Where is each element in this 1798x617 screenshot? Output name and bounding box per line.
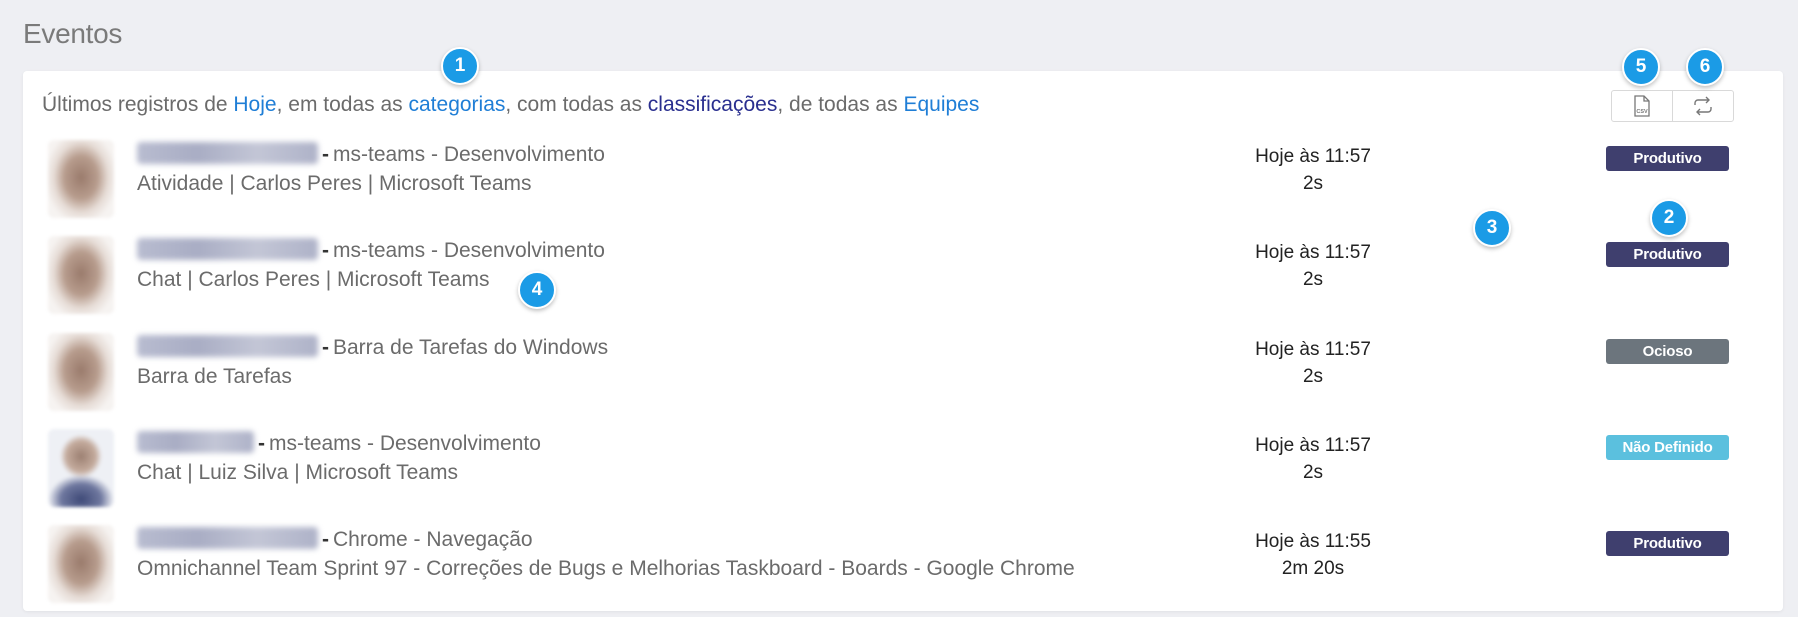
event-time-block: Hoje às 11:57 2s	[1203, 143, 1423, 197]
event-detail: Atividade | Carlos Peres | Microsoft Tea…	[137, 172, 532, 195]
event-title: - Barra de Tarefas do Windows	[137, 335, 608, 360]
filter-sep: , com todas as	[505, 93, 648, 116]
event-duration: 2s	[1302, 269, 1324, 290]
event-time: Hoje às 11:57	[1255, 435, 1371, 456]
event-detail: Barra de Tarefas	[137, 365, 292, 388]
event-title: - Chrome - Navegação	[137, 527, 533, 552]
callout-3: 3	[1473, 209, 1511, 247]
callout-5: 5	[1622, 48, 1660, 86]
event-detail: Chat | Luiz Silva | Microsoft Teams	[137, 461, 458, 484]
status-badge: Produtivo	[1606, 242, 1729, 267]
event-duration: 2s	[1302, 462, 1324, 483]
filter-sep: , de todas as	[777, 93, 904, 116]
event-title: - ms-teams - Desenvolvimento	[137, 238, 605, 263]
event-duration: 2s	[1302, 173, 1324, 194]
status-badge: Produtivo	[1606, 531, 1729, 556]
event-time-block: Hoje às 11:55 2m 20s	[1203, 528, 1423, 582]
event-duration: 2s	[1302, 366, 1324, 387]
user-name-redacted	[137, 527, 318, 549]
period-link[interactable]: Hoje	[233, 93, 276, 116]
refresh-button[interactable]	[1672, 91, 1733, 121]
event-title: - ms-teams - Desenvolvimento	[137, 142, 605, 167]
event-row[interactable]: - ms-teams - Desenvolvimento Atividade | C…	[23, 136, 1783, 232]
callout-2: 2	[1650, 199, 1688, 237]
avatar	[48, 333, 114, 411]
separator-dash: -	[258, 432, 265, 455]
page-title: Eventos	[23, 18, 123, 49]
event-time-block: Hoje às 11:57 2s	[1203, 336, 1423, 390]
status-badge: Produtivo	[1606, 146, 1729, 171]
event-time-block: Hoje às 11:57 2s	[1203, 239, 1423, 293]
export-csv-button[interactable]: CSV	[1612, 91, 1672, 121]
user-name-redacted	[137, 238, 318, 260]
callout-6: 6	[1686, 48, 1724, 86]
separator-dash: -	[322, 528, 329, 551]
filter-sep: , em todas as	[276, 93, 409, 116]
separator-dash: -	[322, 239, 329, 262]
categories-link[interactable]: categorias	[409, 93, 506, 116]
event-time: Hoje às 11:57	[1255, 242, 1371, 263]
classifications-link[interactable]: classificações	[648, 93, 778, 116]
event-app: ms-teams - Desenvolvimento	[333, 239, 605, 262]
toolbar-buttons: CSV	[1611, 90, 1734, 122]
refresh-icon	[1694, 96, 1712, 116]
user-name-redacted	[137, 335, 318, 357]
filter-summary: Últimos registros de Hoje, em todas as c…	[42, 93, 979, 117]
avatar	[48, 429, 114, 507]
separator-dash: -	[322, 143, 329, 166]
avatar	[48, 140, 114, 218]
avatar	[48, 525, 114, 603]
separator-dash: -	[322, 336, 329, 359]
event-detail: Omnichannel Team Sprint 97 - Correções d…	[137, 557, 1075, 580]
event-app: Chrome - Navegação	[333, 528, 533, 551]
event-row[interactable]: - Barra de Tarefas do Windows Barra de Tar…	[23, 329, 1783, 425]
event-detail: Chat | Carlos Peres | Microsoft Teams	[137, 268, 490, 291]
svg-text:CSV: CSV	[1636, 109, 1648, 115]
callout-4: 4	[518, 271, 556, 309]
event-row[interactable]: - ms-teams - Desenvolvimento Chat | Carlos…	[23, 232, 1783, 328]
user-name-redacted	[137, 142, 318, 164]
callout-1: 1	[441, 47, 479, 85]
teams-link[interactable]: Equipes	[903, 93, 979, 116]
event-row[interactable]: - ms-teams - Desenvolvimento Chat | Luiz S…	[23, 425, 1783, 521]
event-time-block: Hoje às 11:57 2s	[1203, 432, 1423, 486]
status-badge: Não Definido	[1606, 435, 1729, 460]
event-time: Hoje às 11:57	[1255, 339, 1371, 360]
event-duration: 2m 20s	[1281, 558, 1345, 579]
file-csv-icon: CSV	[1634, 95, 1650, 117]
event-app: Barra de Tarefas do Windows	[333, 336, 609, 359]
avatar	[48, 236, 114, 314]
event-time: Hoje às 11:57	[1255, 146, 1371, 167]
events-card: Últimos registros de Hoje, em todas as c…	[23, 71, 1783, 611]
status-badge: Ocioso	[1606, 339, 1729, 364]
filter-prefix: Últimos registros de	[42, 93, 234, 116]
event-title: - ms-teams - Desenvolvimento	[137, 431, 541, 456]
event-app: ms-teams - Desenvolvimento	[333, 143, 605, 166]
user-name-redacted	[137, 431, 254, 453]
event-app: ms-teams - Desenvolvimento	[269, 432, 541, 455]
event-row[interactable]: - Chrome - Navegação Omnichannel Team Spri…	[23, 521, 1783, 617]
event-time: Hoje às 11:55	[1255, 531, 1371, 552]
